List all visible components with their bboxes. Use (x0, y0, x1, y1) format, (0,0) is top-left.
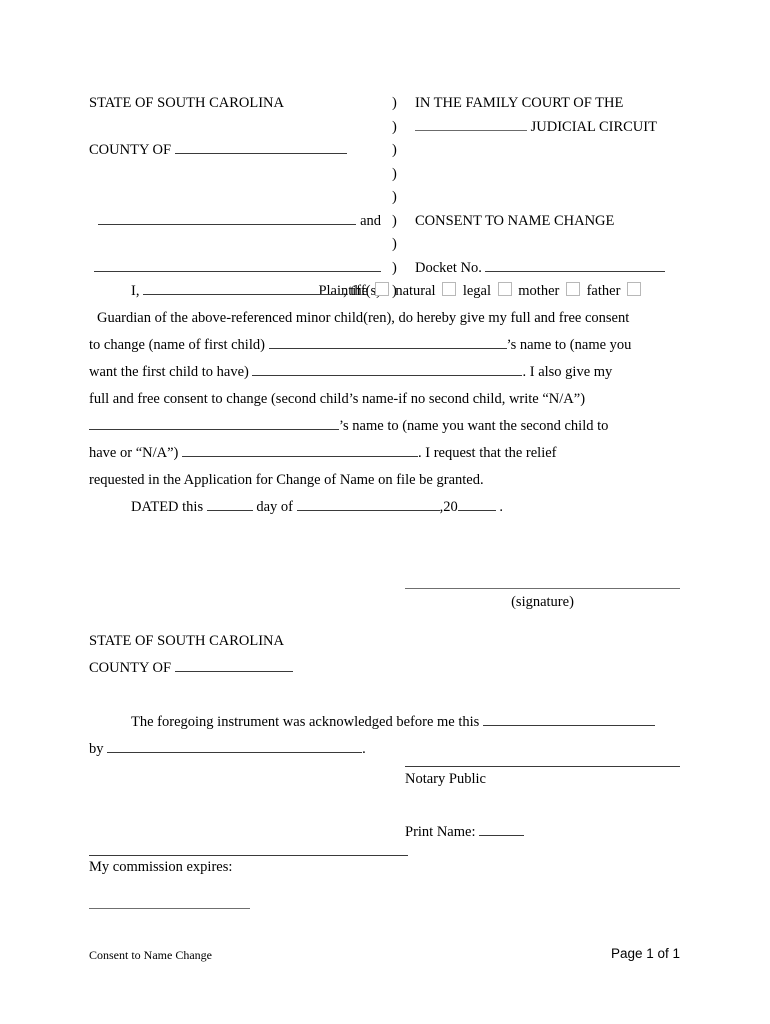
checkbox-natural-label: natural (395, 283, 436, 299)
checkbox-mother-label: mother (518, 283, 560, 299)
circuit-suffix-label: JUDICIAL CIRCUIT (530, 118, 657, 135)
caption-paren: ) (392, 118, 397, 135)
second-child-new-name-label: have or “N/A”) (89, 445, 179, 461)
day-of-label: day of (256, 499, 293, 515)
commission-rule-top (89, 855, 408, 856)
plaintiff-name-field-2 (89, 257, 381, 281)
body-line-3: to change (name of first child) ’s name … (89, 332, 701, 359)
acknowledgment-line-2: by . (89, 736, 701, 763)
case-caption: STATE OF SOUTH CAROLINA ) IN THE FAMILY … (89, 92, 689, 304)
body-line-5: full and free consent to change (second … (89, 391, 586, 407)
and-label: and (360, 212, 381, 229)
county-label: COUNTY OF (89, 142, 172, 158)
i-label: I, (131, 283, 140, 299)
second-child-name-suffix: ’s name to (name you want the second chi… (339, 418, 609, 434)
caption-paren: ) (392, 165, 397, 182)
first-child-current-name-blank[interactable] (268, 336, 507, 349)
checkbox-father[interactable] (565, 282, 580, 296)
second-child-new-name-suffix: . I request that the relief (418, 445, 557, 461)
dated-year-prefix: ,20 (439, 499, 458, 515)
first-child-new-name-suffix: . I also give my (522, 364, 613, 380)
checkbox-father-label: father (586, 283, 621, 299)
second-child-new-name-blank[interactable] (182, 444, 418, 457)
docket-field: Docket No. (415, 257, 666, 281)
document-page: STATE OF SOUTH CAROLINA ) IN THE FAMILY … (0, 0, 770, 1024)
notary-public-label: Notary Public (405, 771, 486, 787)
case-title: CONSENT TO NAME CHANGE (415, 212, 615, 229)
body-line-7: have or “N/A”) . I request that the reli… (89, 440, 701, 467)
the-label: , the (343, 283, 369, 299)
checkbox-natural[interactable] (374, 282, 389, 296)
acknowledgment-line-1: The foregoing instrument was acknowledge… (89, 709, 701, 736)
caption-paren: ) (392, 259, 397, 276)
commission-expires-blank[interactable] (89, 908, 250, 909)
body-line-4: want the first child to have) . I also g… (89, 359, 701, 386)
caption-row: COUNTY OF ) (89, 139, 689, 163)
circuit-number-blank[interactable] (415, 118, 527, 131)
second-child-current-name-blank[interactable] (89, 417, 339, 430)
plaintiff-name-blank-2[interactable] (94, 259, 381, 272)
caption-paren: ) (392, 95, 397, 111)
caption-row: ) (89, 163, 689, 187)
county-field: COUNTY OF (89, 139, 381, 163)
first-child-new-name-blank[interactable] (252, 363, 523, 376)
print-name-blank[interactable] (479, 823, 525, 836)
acknowledgment-by-label: by (89, 741, 104, 757)
notary-county-field: COUNTY OF (89, 655, 701, 682)
acknowledgment-label: The foregoing instrument was acknowledge… (131, 714, 480, 730)
caption-row: ) (89, 186, 689, 210)
commission-expires-label: My commission expires: (89, 859, 233, 875)
acknowledgment-period: . (362, 741, 366, 757)
print-name-label: Print Name: (405, 823, 476, 840)
consenting-party-name-blank[interactable] (143, 282, 344, 295)
dated-label: DATED this (131, 499, 204, 515)
caption-row: ) (89, 233, 689, 257)
checkbox-legal-label: legal (462, 283, 492, 299)
caption-row: ) JUDICIAL CIRCUIT (89, 116, 689, 140)
notary-county-label: COUNTY OF (89, 660, 172, 676)
dated-line: DATED this day of ,20 . (89, 494, 701, 521)
court-line-1: IN THE FAMILY COURT OF THE (415, 95, 624, 111)
caption-row: STATE OF SOUTH CAROLINA ) IN THE FAMILY … (89, 92, 689, 116)
docket-number-blank[interactable] (485, 259, 666, 272)
first-child-new-name-label: want the first child to have) (89, 364, 249, 380)
docket-label: Docket No. (415, 259, 482, 276)
circuit-line: JUDICIAL CIRCUIT (415, 116, 657, 140)
caption-paren: ) (392, 212, 397, 229)
caption-paren: ) (392, 189, 397, 205)
checkbox-legal[interactable] (442, 282, 457, 296)
checkbox-mother[interactable] (497, 282, 512, 296)
signature-label: (signature) (511, 594, 574, 610)
notary-acknowledgment: STATE OF SOUTH CAROLINA COUNTY OF The fo… (89, 628, 701, 763)
dated-period: . (499, 499, 503, 515)
body-line-1: I, , the natural legal mother father (89, 278, 701, 305)
body-line-8: requested in the Application for Change … (89, 472, 484, 488)
dated-month-blank[interactable] (296, 498, 440, 511)
footer-page-number: Page 1 of 1 (610, 946, 680, 961)
county-blank[interactable] (174, 141, 347, 154)
notary-county-blank[interactable] (174, 659, 293, 672)
acknowledgment-by-blank[interactable] (107, 740, 363, 753)
consent-body: I, , the natural legal mother father Gua… (89, 278, 701, 521)
caption-paren: ) (392, 142, 397, 158)
signature-line[interactable] (405, 588, 680, 589)
dated-year-blank[interactable] (457, 498, 496, 511)
acknowledgment-date-blank[interactable] (482, 713, 655, 726)
dated-day-blank[interactable] (206, 498, 253, 511)
first-child-name-suffix: ’s name to (name you (506, 337, 632, 353)
first-child-name-label: to change (name of first child) (89, 337, 265, 353)
caption-paren: ) (392, 236, 397, 252)
notary-state-label: STATE OF SOUTH CAROLINA (89, 633, 284, 649)
state-label: STATE OF SOUTH CAROLINA (89, 95, 284, 111)
body-line-6: ’s name to (name you want the second chi… (89, 413, 701, 440)
notary-signature-line[interactable] (405, 766, 680, 767)
caption-row: and ) CONSENT TO NAME CHANGE (89, 210, 689, 234)
body-line-2: Guardian of the above-referenced minor c… (97, 310, 630, 326)
caption-row: ) Docket No. (89, 257, 689, 281)
plaintiff-name-blank-1[interactable] (98, 212, 357, 225)
footer-document-title: Consent to Name Change (89, 948, 212, 962)
plaintiff-name-field-1: and (89, 210, 381, 234)
print-name-field: Print Name: (405, 823, 525, 841)
checkbox-guardian[interactable] (627, 282, 642, 296)
